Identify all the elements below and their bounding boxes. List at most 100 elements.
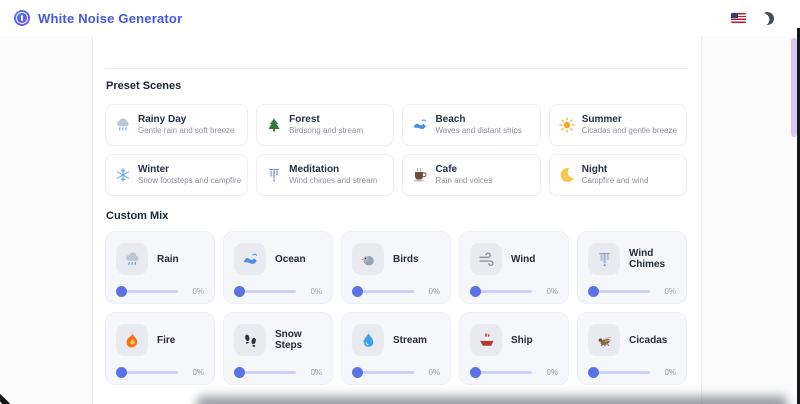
mixer-card-header: Ship	[470, 324, 558, 356]
volume-slider-row: 0%	[116, 285, 204, 297]
volume-value: 0%	[298, 368, 322, 377]
mouse-cursor	[0, 393, 10, 404]
preset-name: Rainy Day	[138, 114, 235, 126]
volume-slider-row: 0%	[470, 285, 558, 297]
volume-slider[interactable]	[234, 366, 298, 378]
sound-toggle-button[interactable]	[352, 243, 384, 275]
volume-slider-thumb[interactable]	[352, 286, 363, 297]
preset-card[interactable]: BeachWaves and distant ships	[402, 104, 540, 146]
coffee-icon	[412, 167, 428, 183]
mixer-card: Wind 0%	[459, 231, 569, 304]
wind-chime-icon	[266, 167, 282, 183]
preset-card[interactable]: CafeRain and voices	[402, 154, 540, 196]
volume-slider-track[interactable]	[118, 371, 178, 374]
sound-toggle-button[interactable]	[234, 324, 266, 356]
sound-toggle-button[interactable]	[352, 324, 384, 356]
volume-slider[interactable]	[588, 285, 652, 297]
mixer-card-header: Ocean	[234, 243, 322, 275]
volume-slider-row: 0%	[470, 366, 558, 378]
bird-icon	[360, 251, 377, 268]
volume-slider[interactable]	[352, 285, 416, 297]
volume-slider-track[interactable]	[472, 290, 532, 293]
sound-toggle-button[interactable]	[588, 243, 620, 275]
preset-description: Campfire and wind	[582, 176, 649, 186]
volume-slider-row: 0%	[234, 366, 322, 378]
volume-slider-thumb[interactable]	[234, 367, 245, 378]
wind-chime-icon	[596, 251, 613, 268]
volume-slider[interactable]	[116, 285, 180, 297]
volume-slider[interactable]	[470, 366, 534, 378]
footprints-icon	[242, 332, 259, 349]
sound-toggle-button[interactable]	[470, 324, 502, 356]
sound-toggle-button[interactable]	[470, 243, 502, 275]
preset-card[interactable]: ForestBirdsong and stream	[256, 104, 394, 146]
mixer-card: Ship 0%	[459, 312, 569, 385]
mixer-card-header: Rain	[116, 243, 204, 275]
mixer-card-header: Cicadas	[588, 324, 676, 356]
volume-slider[interactable]	[352, 366, 416, 378]
volume-slider[interactable]	[470, 285, 534, 297]
preset-name: Night	[582, 164, 649, 176]
volume-slider-track[interactable]	[118, 290, 178, 293]
snowflake-icon	[115, 167, 131, 183]
preset-description: Wind chimes and stream	[289, 176, 377, 186]
preset-name: Meditation	[289, 164, 377, 176]
volume-slider-thumb[interactable]	[116, 286, 127, 297]
preset-card[interactable]: WinterSnow footsteps and campfire	[105, 154, 248, 196]
sound-toggle-button[interactable]	[588, 324, 620, 356]
volume-slider-thumb[interactable]	[588, 286, 599, 297]
volume-slider-track[interactable]	[236, 371, 296, 374]
volume-slider-track[interactable]	[590, 371, 650, 374]
preset-card[interactable]: Rainy DayGentle rain and soft breeze	[105, 104, 248, 146]
scrollbar-thumb[interactable]	[791, 38, 797, 137]
preset-text: CafeRain and voices	[435, 164, 492, 186]
moon-icon[interactable]	[759, 10, 775, 26]
volume-slider-row: 0%	[588, 285, 676, 297]
volume-slider-thumb[interactable]	[470, 367, 481, 378]
volume-slider-track[interactable]	[590, 290, 650, 293]
volume-slider-thumb[interactable]	[116, 367, 127, 378]
volume-slider-thumb[interactable]	[470, 286, 481, 297]
preset-card[interactable]: MeditationWind chimes and stream	[256, 154, 394, 196]
wind-icon	[478, 251, 495, 268]
volume-slider-thumb[interactable]	[234, 286, 245, 297]
mixer-card: Snow Steps0%	[223, 312, 333, 385]
volume-slider-track[interactable]	[472, 371, 532, 374]
volume-value: 0%	[652, 287, 676, 296]
mixer-card-header: Birds	[352, 243, 440, 275]
header-actions	[731, 12, 774, 25]
cicada-icon	[596, 332, 613, 349]
mixer-card: Wind Chimes0%	[577, 231, 687, 304]
volume-slider-track[interactable]	[236, 290, 296, 293]
mixer-grid: Rain0%Ocean0%Birds0%Wind0%Wind Chimes0%F…	[105, 231, 687, 385]
volume-slider[interactable]	[116, 366, 180, 378]
preset-description: Waves and distant ships	[435, 126, 521, 136]
volume-slider-thumb[interactable]	[352, 367, 363, 378]
crescent-moon-icon	[559, 167, 575, 183]
mixer-card: Rain 0%	[105, 231, 215, 304]
sound-name: Ship	[511, 335, 533, 346]
volume-slider-thumb[interactable]	[588, 367, 599, 378]
preset-card[interactable]: NightCampfire and wind	[549, 154, 687, 196]
volume-slider[interactable]	[234, 285, 298, 297]
sound-toggle-button[interactable]	[116, 243, 148, 275]
sound-toggle-button[interactable]	[234, 243, 266, 275]
sound-name: Wind	[511, 254, 535, 265]
volume-slider[interactable]	[588, 366, 652, 378]
tree-icon	[266, 117, 282, 133]
volume-slider-row: 0%	[588, 366, 676, 378]
volume-slider-track[interactable]	[354, 290, 414, 293]
presets-section-title: Preset Scenes	[106, 80, 181, 92]
sound-toggle-button[interactable]	[116, 324, 148, 356]
mixer-card: Fire0%	[105, 312, 215, 385]
preset-description: Rain and voices	[435, 176, 492, 186]
main-panel: Preset Scenes Rainy DayGentle rain and s…	[92, 0, 702, 404]
volume-slider-row: 0%	[352, 285, 440, 297]
preset-description: Snow footsteps and campfire	[138, 176, 241, 186]
preset-text: MeditationWind chimes and stream	[289, 164, 377, 186]
preset-card[interactable]: SummerCicadas and gentle breeze	[549, 104, 687, 146]
sun-icon	[559, 117, 575, 133]
us-flag-icon[interactable]	[731, 13, 746, 23]
volume-slider-track[interactable]	[354, 371, 414, 374]
preset-text: SummerCicadas and gentle breeze	[582, 114, 677, 136]
